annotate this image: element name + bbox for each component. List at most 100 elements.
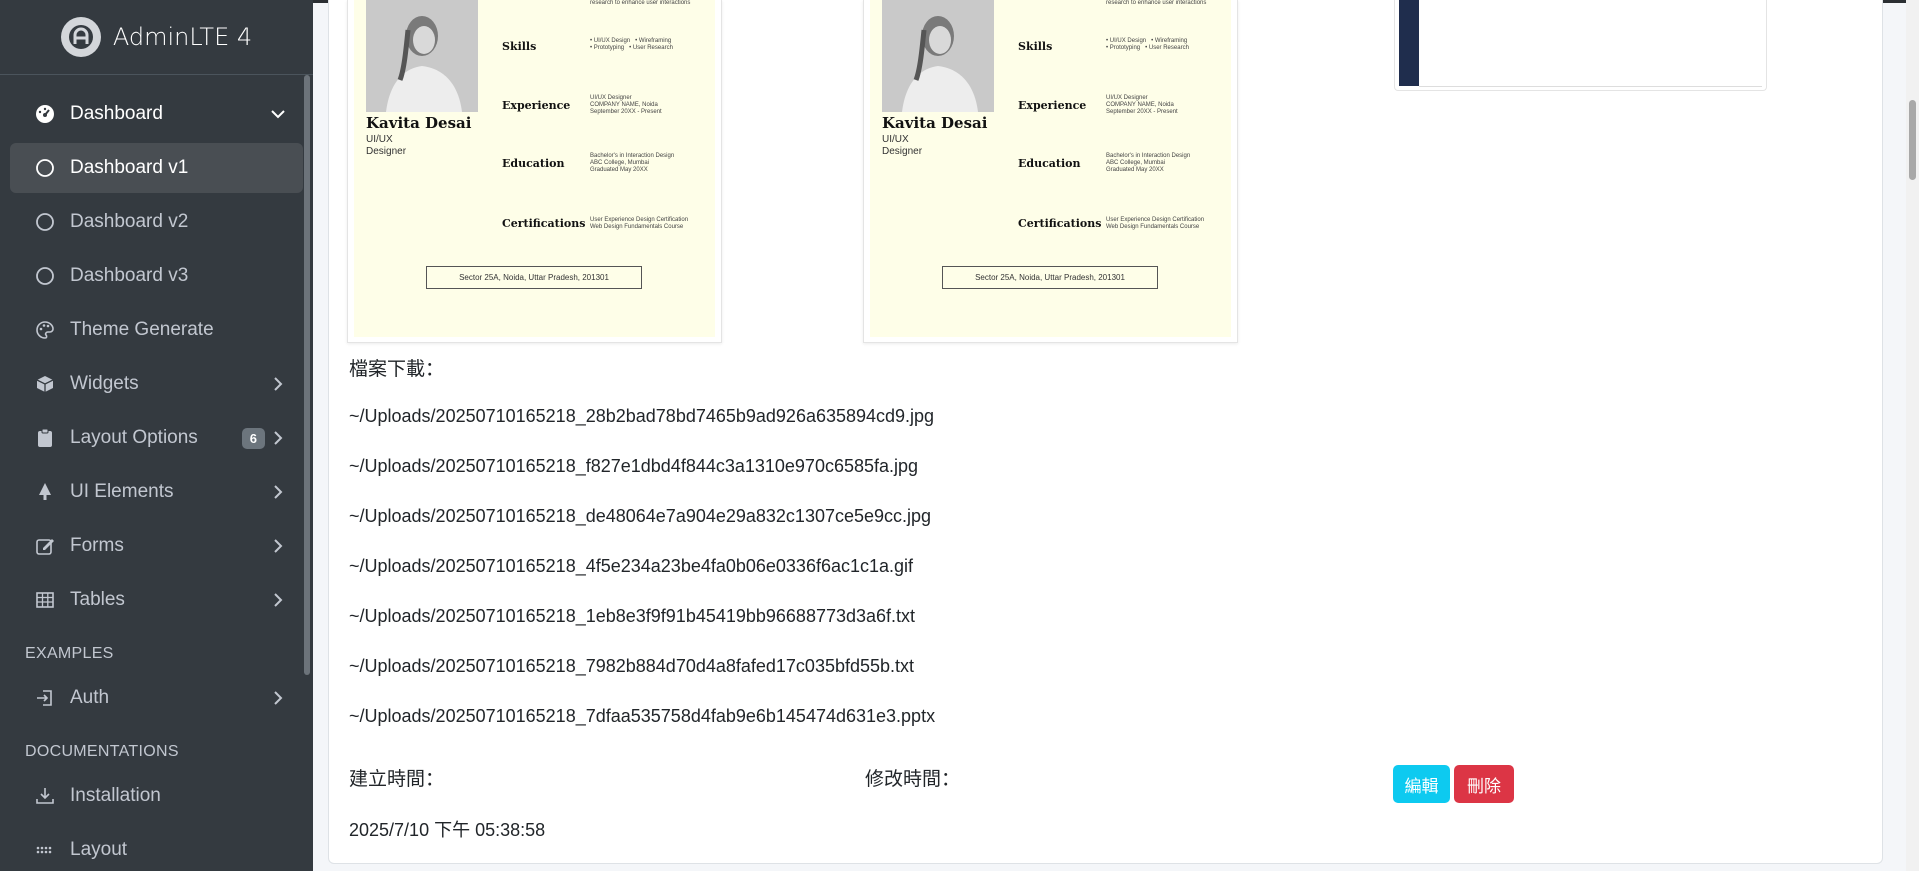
resume-name: Kavita Desai [366,114,472,132]
pencil-square-icon [34,535,56,557]
circle-icon [34,265,56,287]
download-icon [34,785,56,807]
login-icon [34,687,56,709]
image-preview-3[interactable] [1394,0,1767,91]
resume-address: Sector 25A, Noida, Uttar Pradesh, 201301 [942,266,1158,289]
sidebar-item-label: Layout Options [70,427,198,448]
resume-skills-text: • UI/UX Design • Wireframing • Prototypi… [1106,38,1189,51]
file-link[interactable]: ~/Uploads/20250710165218_de48064e7a904e2… [349,506,931,527]
file-link[interactable]: ~/Uploads/20250710165218_f827e1dbd4f844c… [349,456,918,477]
count-badge: 6 [241,427,265,449]
modified-time-label: 修改時間： [865,768,961,790]
image-preview-1[interactable]: Kavita Desai UI/UX Designer research to … [347,0,722,343]
resume-experience-title: Experience [502,99,571,112]
sidebar-item-dashboard-v3[interactable]: Dashboard v3 [10,251,303,301]
resume-name: Kavita Desai [882,114,988,132]
file-download-label: 檔案下載： [349,358,445,380]
resume-education-text: Bachelor's in Interaction Design ABC Col… [1106,153,1191,173]
resume-education-title: Education [502,157,565,170]
sidebar-item-label: Tables [70,589,125,610]
resume-experience-text: UI/UX Designer COMPANY NAME, Noida Septe… [1106,95,1178,115]
scrollbar-thumb[interactable] [1909,100,1916,180]
image-preview-2[interactable]: Kavita Desai UI/UX Designer research to … [863,0,1238,343]
sidebar-item-label: UI Elements [70,481,174,502]
chevron-right-icon [269,689,287,707]
sidebar-item-label: Dashboard v3 [70,265,189,286]
delete-button[interactable]: 刪除 [1454,765,1514,803]
sidebar-item-label: Theme Generate [70,319,214,340]
chevron-right-icon [269,483,287,501]
resume-education-title: Education [1018,157,1081,170]
circle-icon [34,157,56,179]
sidebar-item-theme-generate[interactable]: Theme Generate [10,305,303,355]
file-link[interactable]: ~/Uploads/20250710165218_4f5e234a23be4fa… [349,556,913,577]
resume-skills-title: Skills [502,40,537,53]
sidebar-item-forms[interactable]: Forms [10,521,303,571]
resume-certifications-title: Certifications [502,217,586,230]
circle-icon [34,211,56,233]
resume-experience-text: UI/UX Designer COMPANY NAME, Noida Septe… [590,95,662,115]
file-link[interactable]: ~/Uploads/20250710165218_1eb8e3f9f91b454… [349,606,915,627]
adminlte-logo-icon [60,17,101,57]
sidebar-item-widgets[interactable]: Widgets [10,359,303,409]
file-link[interactable]: ~/Uploads/20250710165218_7982b884d70d4a8… [349,656,914,677]
page-scrollbar[interactable] [1906,0,1919,871]
sidebar-item-layout-options[interactable]: Layout Options 6 [10,413,303,463]
resume-certifications-title: Certifications [1018,217,1102,230]
sidebar-scrollbar[interactable] [304,75,310,675]
grip-icon [34,839,56,861]
brand-link[interactable]: AdminLTE 4 [0,0,313,75]
resume-top-text: research to enhance user interactions [1106,0,1207,6]
resume-certifications-text: User Experience Design Certification Web… [590,217,689,230]
chevron-right-icon [269,429,287,447]
sidebar-item-dashboard-v2[interactable]: Dashboard v2 [10,197,303,247]
sidebar: AdminLTE 4 Dashboard Dashboard v1 Dashbo… [0,0,313,871]
resume-role: UI/UX Designer [366,134,407,157]
resume-document: Kavita Desai UI/UX Designer research to … [870,0,1231,337]
sidebar-item-label: Dashboard v2 [70,211,189,232]
sidebar-item-label: Layout [70,839,128,860]
portrait-photo [882,0,994,112]
sidebar-item-label: Dashboard [70,103,163,124]
edit-button[interactable]: 編輯 [1393,765,1450,803]
sidebar-item-label: Installation [70,785,161,806]
chevron-down-icon [269,105,287,123]
sidebar-header-examples: EXAMPLES [25,645,114,662]
file-link[interactable]: ~/Uploads/20250710165218_7dfaa535758d4fa… [349,706,935,727]
resume-education-text: Bachelor's in Interaction Design ABC Col… [590,153,675,173]
preview-bar [1399,0,1419,86]
preview-divider [1419,86,1762,87]
chevron-right-icon [269,375,287,393]
sidebar-item-label: Auth [70,687,110,708]
sidebar-header-docs: DOCUMENTATIONS [25,743,179,760]
sidebar-item-dashboard-v1[interactable]: Dashboard v1 [10,143,303,193]
portrait-photo [366,0,478,112]
detail-card: Kavita Desai UI/UX Designer research to … [328,0,1883,864]
sidebar-item-dashboard[interactable]: Dashboard [10,89,303,139]
main-content: Kavita Desai UI/UX Designer research to … [313,0,1906,871]
created-time-label: 建立時間： [349,768,445,790]
sidebar-item-auth[interactable]: Auth [10,673,303,723]
sidebar-item-installation[interactable]: Installation [10,771,303,821]
box-icon [34,373,56,395]
chevron-right-icon [269,591,287,609]
clipboard-icon [34,427,56,449]
created-time-value: 2025/7/10 下午 05:38:58 [349,820,546,840]
brand-text: AdminLTE 4 [112,23,253,51]
palette-icon [34,319,56,341]
resume-role: UI/UX Designer [882,134,923,157]
resume-skills-title: Skills [1018,40,1053,53]
sidebar-item-label: Widgets [70,373,139,394]
sidebar-item-ui-elements[interactable]: UI Elements [10,467,303,517]
sidebar-item-label: Dashboard v1 [70,157,189,178]
sidebar-item-tables[interactable]: Tables [10,575,303,625]
resume-experience-title: Experience [1018,99,1087,112]
resume-skills-text: • UI/UX Design • Wireframing • Prototypi… [590,38,673,51]
sidebar-item-layout[interactable]: Layout [10,825,303,871]
tree-icon [34,481,56,503]
resume-document: Kavita Desai UI/UX Designer research to … [354,0,715,337]
file-link[interactable]: ~/Uploads/20250710165218_28b2bad78bd7465… [349,406,934,427]
resume-top-text: research to enhance user interactions [590,0,691,6]
speedometer-icon [34,103,56,125]
resume-address: Sector 25A, Noida, Uttar Pradesh, 201301 [426,266,642,289]
